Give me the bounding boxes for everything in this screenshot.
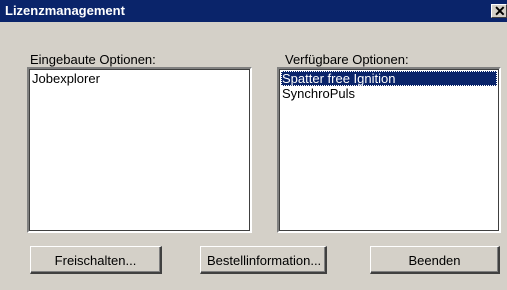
title-bar[interactable]: Lizenzmanagement ✕ [0, 0, 507, 22]
close-icon: ✕ [494, 3, 506, 19]
installed-options-label: Eingebaute Optionen: [30, 52, 156, 67]
available-options-list[interactable]: Spatter free Ignition SynchroPuls [277, 67, 501, 233]
list-item-jobexplorer[interactable]: Jobexplorer [31, 71, 248, 86]
list-item-spatter-free-ignition[interactable]: Spatter free Ignition [281, 71, 497, 86]
close-button[interactable]: ✕ [491, 3, 507, 19]
installed-options-list[interactable]: Jobexplorer [27, 67, 252, 233]
window-title: Lizenzmanagement [5, 3, 125, 18]
unlock-button[interactable]: Freischalten... [30, 246, 162, 274]
available-options-label: Verfügbare Optionen: [285, 52, 409, 67]
list-item-synchropuls[interactable]: SynchroPuls [281, 86, 497, 101]
order-info-button[interactable]: Bestellinformation... [200, 246, 327, 274]
exit-button[interactable]: Beenden [370, 246, 500, 274]
